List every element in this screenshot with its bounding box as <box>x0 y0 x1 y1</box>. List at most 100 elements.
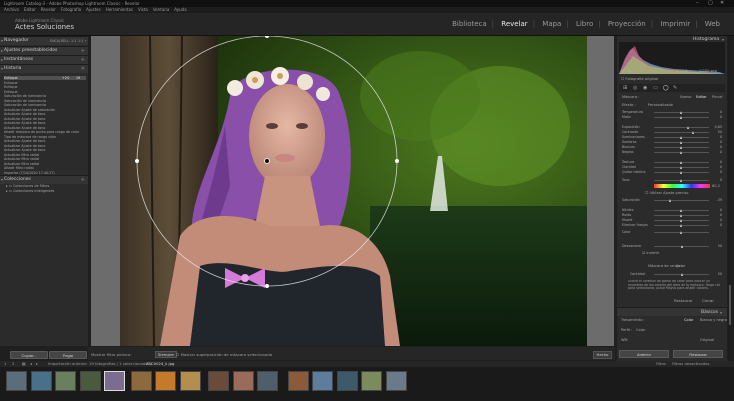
navigator-header[interactable]: ▾ Navegador ENCAJ RELL. 1:1 1:1 ÷ <box>0 36 88 45</box>
filmstrip-thumbnail[interactable] <box>104 371 125 391</box>
history-item[interactable]: Actualizar Ajuste de tono <box>4 144 86 148</box>
filmstrip-thumbnail[interactable] <box>179 371 201 391</box>
paste-button[interactable]: Pegar <box>49 351 87 359</box>
slider-track[interactable] <box>654 146 709 149</box>
history-item[interactable]: Saturación de luminancia <box>4 94 86 98</box>
slider-track[interactable] <box>654 161 709 164</box>
menu-revelar[interactable]: Revelar <box>41 7 56 12</box>
crop-tool-icon[interactable]: ⊞ <box>623 85 627 91</box>
history-header[interactable]: ▾ Historia ✕ <box>0 64 88 73</box>
slider-knob[interactable] <box>680 214 682 217</box>
wb-select[interactable]: Original <box>700 338 714 342</box>
slider-track[interactable] <box>654 224 709 227</box>
slider-knob[interactable] <box>680 146 682 149</box>
slider-track[interactable] <box>654 151 709 154</box>
module-mapa[interactable]: Mapa <box>542 20 561 28</box>
fine-adjust-checkbox[interactable]: ☐ Utilizar Ajuste preciso <box>645 191 688 195</box>
history-item[interactable]: Enfoque <box>4 85 86 89</box>
slider-track[interactable] <box>654 179 709 182</box>
basic-header[interactable]: Básicos ▾ <box>617 307 727 316</box>
zoom-encaj[interactable]: ENCAJ <box>50 37 60 45</box>
minimize-button[interactable]: – <box>696 0 699 7</box>
photo[interactable] <box>120 36 587 346</box>
slider-knob[interactable] <box>680 179 682 182</box>
add-preset-icon[interactable]: + <box>81 47 85 55</box>
close-button[interactable]: Cerrar <box>702 298 714 303</box>
mask-new[interactable]: Nuevo <box>680 95 692 99</box>
history-item[interactable]: Añadir filtro radial <box>4 166 86 170</box>
maximize-button[interactable]: ▢ <box>708 0 713 7</box>
filmstrip-thumbnail[interactable] <box>155 371 176 391</box>
history-item[interactable]: Actualizar Ajuste de tono <box>4 121 86 125</box>
filmstrip-thumbnail[interactable] <box>232 371 254 391</box>
slider-track[interactable] <box>654 131 709 134</box>
collections-header[interactable]: ▾ Colecciones + <box>0 175 88 184</box>
profile-select[interactable]: Color <box>636 328 645 332</box>
history-item[interactable]: Actualizar filtro radial <box>4 157 86 161</box>
effect-select[interactable]: Personalizado <box>648 103 673 107</box>
filmstrip-thumbnail[interactable] <box>6 371 27 391</box>
history-item[interactable]: Actualizar filtro radial <box>4 153 86 157</box>
slider-track[interactable] <box>654 166 709 169</box>
slider-knob[interactable] <box>680 224 682 227</box>
module-web[interactable]: Web <box>705 20 720 28</box>
zoom-custom[interactable]: 1:1 ÷ <box>78 37 87 45</box>
slider-knob[interactable] <box>680 136 682 139</box>
add-collection-icon[interactable]: + <box>81 176 85 184</box>
hue-bar[interactable] <box>654 184 710 188</box>
done-button[interactable]: Hecho <box>593 351 612 359</box>
module-imprimir[interactable]: Imprimir <box>660 20 690 28</box>
history-item[interactable]: Saturación de luminancia <box>4 103 86 107</box>
filmstrip-thumbnail[interactable] <box>287 371 309 391</box>
overlay-select[interactable]: Siempre <box>155 351 177 358</box>
range-mask-select[interactable]: Color <box>676 264 685 268</box>
history-item[interactable]: Actualizar Ajuste de tono <box>4 148 86 152</box>
menu-ventana[interactable]: Ventana <box>153 7 169 12</box>
presets-header[interactable]: ▸ Ajustes preestablecidos + <box>0 46 88 55</box>
filmstrip-thumbnail[interactable] <box>30 371 52 391</box>
slider-row[interactable]: Color <box>622 230 722 235</box>
slider-track[interactable] <box>654 126 709 129</box>
slider-knob[interactable] <box>669 199 671 202</box>
slider-knob[interactable] <box>686 126 689 129</box>
filmstrip-thumbnail[interactable] <box>55 371 76 391</box>
slider-row[interactable]: Saturación - 59 <box>622 198 722 203</box>
zoom-rell[interactable]: RELL. <box>61 37 70 45</box>
snapshots-header[interactable]: ▸ Instantáneas + <box>0 55 88 64</box>
filmstrip-thumbnail[interactable] <box>385 371 407 391</box>
slider-knob[interactable] <box>680 141 682 144</box>
menu-archivo[interactable]: Archivo <box>4 7 19 12</box>
slider-track[interactable] <box>654 171 709 174</box>
history-item[interactable]: Actualizar Ajuste de tono <box>4 117 86 121</box>
slider-knob[interactable] <box>692 131 695 134</box>
history-item[interactable]: Importar (7/10/2020 17:40:27) <box>4 171 86 175</box>
clear-history-icon[interactable]: ✕ <box>81 65 85 73</box>
treatment-color[interactable]: Color <box>684 318 693 322</box>
filmstrip-thumbnail[interactable] <box>336 371 358 391</box>
spot-removal-icon[interactable]: ◎ <box>633 85 637 91</box>
slider-row[interactable]: Matiz 0 <box>622 115 722 120</box>
slider-knob[interactable] <box>680 209 682 212</box>
slider-knob[interactable] <box>680 171 682 174</box>
graduated-filter-icon[interactable]: ▭ <box>653 85 658 91</box>
history-item[interactable]: Enfoque +24 19 <box>4 76 86 80</box>
zoom-1-1[interactable]: 1:1 <box>71 37 76 45</box>
original-photo-checkbox[interactable]: ☐ Fotografía original <box>621 77 658 81</box>
slider-knob[interactable] <box>680 219 682 222</box>
history-item[interactable]: Tipo de máscara de rango color <box>4 135 86 139</box>
adjustment-brush-icon[interactable]: ✎ <box>673 85 677 91</box>
slider-track[interactable] <box>654 111 709 114</box>
add-snapshot-icon[interactable]: + <box>81 56 85 64</box>
collection-item[interactable]: ▸ ▭ Colecciones inteligentes <box>6 189 86 194</box>
history-item[interactable]: Actualizar Ajuste de tono <box>4 139 86 143</box>
mask-edit[interactable]: Editar <box>696 95 707 99</box>
menu-ajustes[interactable]: Ajustes <box>86 7 101 12</box>
history-item[interactable]: Actualizar Ajuste de tono <box>4 112 86 116</box>
slider-knob[interactable] <box>680 231 682 234</box>
red-eye-icon[interactable]: ◉ <box>643 85 647 91</box>
reset-button[interactable]: Restaurar <box>674 298 692 303</box>
copy-button[interactable]: Copiar... <box>10 351 48 359</box>
slider-track[interactable] <box>654 141 709 144</box>
previous-button[interactable]: Anterior <box>619 350 669 358</box>
module-biblioteca[interactable]: Biblioteca <box>452 20 487 28</box>
